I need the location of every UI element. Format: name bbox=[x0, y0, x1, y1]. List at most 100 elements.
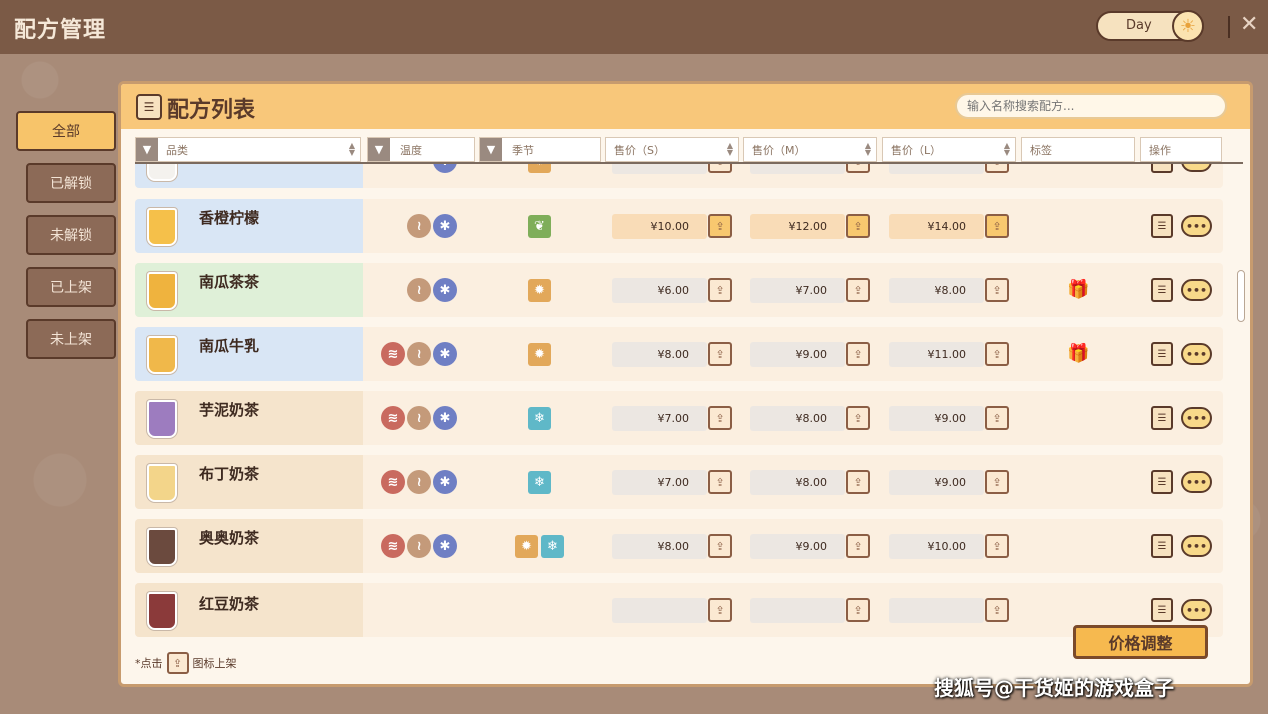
shelf-upload-icon[interactable]: ⇪ bbox=[846, 164, 870, 173]
price-field[interactable]: ¥12.00 bbox=[750, 214, 845, 239]
more-options-button[interactable]: ••• bbox=[1181, 279, 1212, 301]
shelf-upload-icon[interactable]: ⇪ bbox=[846, 534, 870, 558]
price-field[interactable]: ¥6.00 bbox=[612, 278, 707, 303]
shelf-upload-icon[interactable]: ⇪ bbox=[985, 342, 1009, 366]
shelf-upload-icon[interactable]: ⇪ bbox=[985, 406, 1009, 430]
price-field[interactable]: ¥9.00 bbox=[889, 470, 984, 495]
price-adjust-button[interactable]: 价格调整 bbox=[1073, 625, 1208, 659]
recipe-table[interactable]: ✱✹⇪⇪⇪☰•••香橙柠檬≀✱❦¥10.00⇪¥12.00⇪¥14.00⇪☰••… bbox=[135, 164, 1230, 680]
price-field[interactable]: ¥9.00 bbox=[750, 342, 845, 367]
price-field[interactable] bbox=[750, 164, 845, 174]
recipe-detail-icon[interactable]: ☰ bbox=[1151, 534, 1173, 558]
column-temperature[interactable]: ▼ 温度 bbox=[367, 137, 475, 162]
more-options-button[interactable]: ••• bbox=[1181, 164, 1212, 172]
cold-temperature-icon: ✱ bbox=[433, 406, 457, 430]
recipe-detail-icon[interactable]: ☰ bbox=[1151, 470, 1173, 494]
filter-icon[interactable]: ▼ bbox=[136, 138, 158, 161]
shelf-upload-icon[interactable]: ⇪ bbox=[708, 470, 732, 494]
shelf-upload-icon[interactable]: ⇪ bbox=[846, 342, 870, 366]
sidebar-item[interactable]: 未解锁 bbox=[26, 215, 116, 255]
price-field[interactable]: ¥14.00 bbox=[889, 214, 984, 239]
table-row[interactable]: 香橙柠檬 ≀ ✱ ❦ ¥10.00 ⇪ ¥12.00 ⇪ ¥14.00 ⇪ ☰ ••• bbox=[135, 199, 1223, 253]
price-field[interactable] bbox=[612, 164, 707, 174]
shelf-upload-icon[interactable]: ⇪ bbox=[846, 278, 870, 302]
price-field[interactable]: ¥8.00 bbox=[889, 278, 984, 303]
table-row[interactable]: ✱ ✹ ⇪ ⇪ ⇪ ☰ ••• bbox=[135, 164, 1223, 188]
filter-icon[interactable]: ▼ bbox=[480, 138, 502, 161]
column-price-s[interactable]: 售价（S） ▲ ▼ bbox=[605, 137, 739, 162]
table-row[interactable]: 南瓜牛乳 ≋ ≀ ✱ ✹ ¥8.00 ⇪ ¥9.00 ⇪ ¥11.00 ⇪ 🎁 ☰ ••• bbox=[135, 327, 1223, 381]
price-field[interactable]: ¥8.00 bbox=[750, 406, 845, 431]
recipe-detail-icon[interactable]: ☰ bbox=[1151, 598, 1173, 622]
recipe-panel: ☰ 配方列表 ▼ 品类 ▲▼ ▼ 温度 ▼ 季节 售价（S） ▲▼ 售价（M） … bbox=[118, 81, 1253, 687]
recipe-detail-icon[interactable]: ☰ bbox=[1151, 342, 1173, 366]
shelf-upload-icon[interactable]: ⇪ bbox=[985, 470, 1009, 494]
more-options-button[interactable]: ••• bbox=[1181, 535, 1212, 557]
sort-icon[interactable]: ▲ ▼ bbox=[727, 142, 733, 157]
recipe-detail-icon[interactable]: ☰ bbox=[1151, 164, 1173, 173]
shelf-upload-icon[interactable]: ⇪ bbox=[846, 406, 870, 430]
column-category[interactable]: ▼ 品类 ▲ ▼ bbox=[135, 137, 361, 162]
table-row[interactable]: 红豆奶茶 ⇪ ⇪ ⇪ ☰ ••• bbox=[135, 583, 1223, 637]
price-field[interactable]: ¥7.00 bbox=[612, 470, 707, 495]
recipe-detail-icon[interactable]: ☰ bbox=[1151, 406, 1173, 430]
more-options-button[interactable]: ••• bbox=[1181, 215, 1212, 237]
shelf-upload-icon[interactable]: ⇪ bbox=[985, 214, 1009, 238]
column-price-m[interactable]: 售价（M） ▲ ▼ bbox=[743, 137, 877, 162]
table-row[interactable]: 南瓜茶茶 ≀ ✱ ✹ ¥6.00 ⇪ ¥7.00 ⇪ ¥8.00 ⇪ 🎁 ☰ ••• bbox=[135, 263, 1223, 317]
shelf-upload-icon[interactable]: ⇪ bbox=[708, 342, 732, 366]
hint-prefix: *点击 bbox=[135, 657, 163, 670]
shelf-upload-icon[interactable]: ⇪ bbox=[708, 534, 732, 558]
price-field[interactable]: ¥10.00 bbox=[889, 534, 984, 559]
table-row[interactable]: 芋泥奶茶 ≋ ≀ ✱ ❄ ¥7.00 ⇪ ¥8.00 ⇪ ¥9.00 ⇪ ☰ ••• bbox=[135, 391, 1223, 445]
sidebar-item[interactable]: 未上架 bbox=[26, 319, 116, 359]
shelf-upload-icon[interactable]: ⇪ bbox=[708, 406, 732, 430]
price-field[interactable]: ¥9.00 bbox=[750, 534, 845, 559]
table-row[interactable]: 布丁奶茶 ≋ ≀ ✱ ❄ ¥7.00 ⇪ ¥8.00 ⇪ ¥9.00 ⇪ ☰ ••• bbox=[135, 455, 1223, 509]
scrollbar-thumb[interactable] bbox=[1237, 270, 1245, 322]
shelf-upload-icon[interactable]: ⇪ bbox=[846, 470, 870, 494]
shelf-upload-icon[interactable]: ⇪ bbox=[708, 214, 732, 238]
price-field[interactable]: ¥7.00 bbox=[750, 278, 845, 303]
shelf-upload-icon[interactable]: ⇪ bbox=[985, 534, 1009, 558]
shelf-upload-icon[interactable]: ⇪ bbox=[985, 598, 1009, 622]
shelf-upload-icon[interactable]: ⇪ bbox=[985, 278, 1009, 302]
sort-icon[interactable]: ▲ ▼ bbox=[865, 142, 871, 157]
day-night-toggle[interactable]: Day ☀ bbox=[1096, 10, 1204, 42]
shelf-upload-icon[interactable]: ⇪ bbox=[846, 214, 870, 238]
shelf-upload-icon[interactable]: ⇪ bbox=[985, 164, 1009, 173]
more-options-button[interactable]: ••• bbox=[1181, 343, 1212, 365]
search-input[interactable] bbox=[955, 93, 1227, 119]
price-field[interactable] bbox=[889, 598, 984, 623]
recipe-detail-icon[interactable]: ☰ bbox=[1151, 214, 1173, 238]
shelf-upload-icon[interactable]: ⇪ bbox=[846, 598, 870, 622]
price-field[interactable]: ¥8.00 bbox=[612, 342, 707, 367]
sidebar-item[interactable]: 已上架 bbox=[26, 267, 116, 307]
sort-icon[interactable]: ▲ ▼ bbox=[1004, 142, 1010, 157]
recipe-detail-icon[interactable]: ☰ bbox=[1151, 278, 1173, 302]
shelf-upload-icon[interactable]: ⇪ bbox=[708, 598, 732, 622]
filter-icon[interactable]: ▼ bbox=[368, 138, 390, 161]
sidebar-item[interactable]: 已解锁 bbox=[26, 163, 116, 203]
column-price-l[interactable]: 售价（L） ▲ ▼ bbox=[882, 137, 1016, 162]
shelf-upload-icon[interactable]: ⇪ bbox=[708, 164, 732, 173]
shelf-upload-icon[interactable]: ⇪ bbox=[708, 278, 732, 302]
sort-icon[interactable]: ▲ ▼ bbox=[349, 142, 355, 157]
price-field[interactable] bbox=[889, 164, 984, 174]
price-field[interactable]: ¥7.00 bbox=[612, 406, 707, 431]
more-options-button[interactable]: ••• bbox=[1181, 407, 1212, 429]
warm-temperature-icon: ≀ bbox=[407, 534, 431, 558]
price-field[interactable]: ¥9.00 bbox=[889, 406, 984, 431]
price-field[interactable] bbox=[750, 598, 845, 623]
price-field[interactable]: ¥8.00 bbox=[750, 470, 845, 495]
sidebar-item[interactable]: 全部 bbox=[16, 111, 116, 151]
column-season[interactable]: ▼ 季节 bbox=[479, 137, 601, 162]
more-options-button[interactable]: ••• bbox=[1181, 599, 1212, 621]
table-row[interactable]: 奥奥奶茶 ≋ ≀ ✱ ✹ ❄ ¥8.00 ⇪ ¥9.00 ⇪ ¥10.00 ⇪ ☰ ••• bbox=[135, 519, 1223, 573]
price-field[interactable]: ¥10.00 bbox=[612, 214, 707, 239]
price-field[interactable]: ¥11.00 bbox=[889, 342, 984, 367]
close-icon[interactable]: ✕ bbox=[1240, 12, 1258, 37]
more-options-button[interactable]: ••• bbox=[1181, 471, 1212, 493]
price-field[interactable] bbox=[612, 598, 707, 623]
price-field[interactable]: ¥8.00 bbox=[612, 534, 707, 559]
